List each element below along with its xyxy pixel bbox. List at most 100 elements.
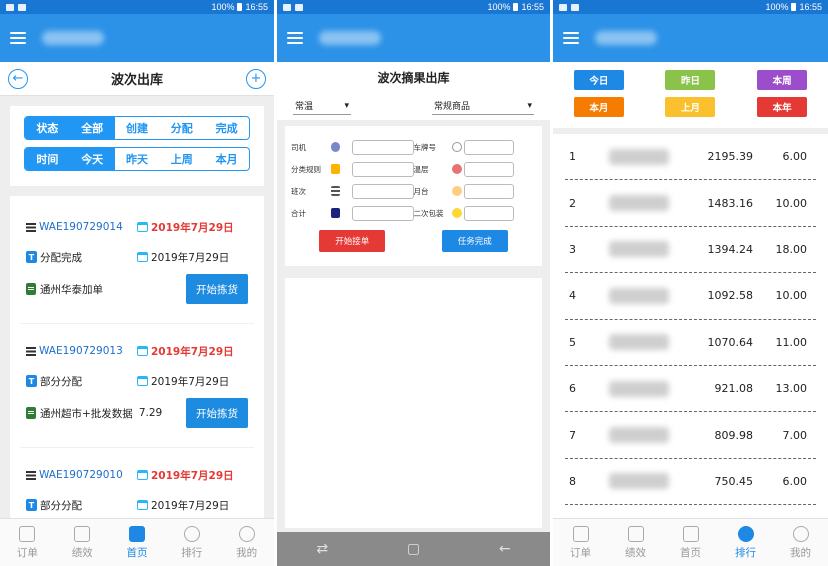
status-bar: 100% 16:55: [553, 0, 828, 14]
period-this-month[interactable]: 本月: [573, 97, 624, 117]
order-item[interactable]: WAE190729014 2019年7月29日 T 分配完成 2019年7月29日…: [20, 200, 254, 324]
type-icon: T: [26, 251, 37, 263]
bottom-tab-bar: 订单 绩效 首页 排行 我的: [0, 518, 274, 566]
time-filter-this-month[interactable]: 本月: [204, 148, 249, 170]
repack-input[interactable]: [463, 205, 514, 221]
home-icon: [682, 525, 699, 542]
battery-text: 100%: [765, 2, 789, 12]
order-code[interactable]: WAE190729010: [39, 469, 123, 481]
driver-icon: [330, 142, 341, 152]
time-filter-last-week[interactable]: 上周: [159, 148, 204, 170]
shift-label: 班次: [291, 186, 306, 196]
back-arrow-icon[interactable]: ←: [499, 541, 511, 557]
page-header: ← 波次出库 +: [0, 62, 274, 96]
home-square-icon[interactable]: ▢: [407, 541, 420, 557]
menu-icon[interactable]: [10, 32, 26, 44]
status-filter-done[interactable]: 完成: [204, 117, 249, 139]
task-complete-button[interactable]: 任务完成: [441, 230, 508, 252]
goods-type-select[interactable]: 常规商品 ▾: [432, 97, 534, 115]
temp-layer-input[interactable]: [463, 161, 514, 177]
document-icon: [26, 283, 36, 295]
calendar-icon: [137, 470, 148, 480]
start-picking-button[interactable]: 开始拣货: [186, 274, 248, 304]
list-item: 8 750.45 6.00: [565, 459, 816, 506]
time-filter-today[interactable]: 今天: [69, 148, 115, 170]
battery-icon: [513, 3, 519, 11]
status-filter-all[interactable]: 全部: [69, 117, 115, 139]
menu-icon[interactable]: [563, 32, 579, 44]
dropdown-icon: ▾: [344, 100, 349, 111]
period-this-week[interactable]: 本周: [757, 70, 808, 90]
add-icon[interactable]: +: [245, 68, 266, 89]
ranking-list: 1 2195.39 6.00 2 1483.16 10.00 3 1394.24 18.00…: [553, 134, 828, 518]
total-label: 合计: [291, 208, 306, 218]
order-item[interactable]: WAE190729013 2019年7月29日 T 部分分配 2019年7月29日…: [20, 324, 254, 448]
select-row: 常温 ▾ 常规商品 ▾: [277, 92, 550, 120]
home-icon: [128, 525, 145, 542]
notification-icon: [18, 3, 26, 11]
status-filter: 状态 全部 创建 分配 完成: [24, 116, 250, 140]
shift-input[interactable]: [352, 183, 414, 199]
app-bar: [553, 14, 828, 62]
temperature-select[interactable]: 常温 ▾: [293, 97, 351, 115]
medal-icon: [183, 525, 200, 542]
battery-icon: [791, 3, 797, 11]
app-bar: [277, 14, 550, 62]
chart-icon: [74, 525, 91, 542]
order-code[interactable]: WAE190729013: [39, 345, 123, 357]
tab-orders[interactable]: 订单: [553, 519, 608, 566]
temp-layer-label: 温层: [413, 164, 429, 174]
tab-home[interactable]: 首页: [663, 519, 718, 566]
folder-icon: [330, 164, 341, 174]
status-bar: 100% 16:55: [0, 0, 274, 14]
start-accept-button[interactable]: 开始接单: [319, 230, 386, 252]
back-icon[interactable]: ←: [8, 68, 28, 89]
clock: 16:55: [521, 2, 544, 12]
tab-orders[interactable]: 订单: [0, 519, 55, 566]
tab-performance[interactable]: 绩效: [55, 519, 110, 566]
total-input[interactable]: [352, 205, 414, 221]
menu-icon[interactable]: [287, 32, 303, 44]
notification-icon: [559, 3, 567, 11]
plate-label: 车牌号: [413, 142, 437, 152]
system-nav-bar: ⇄ ▢ ←: [277, 532, 550, 566]
period-last-month[interactable]: 上月: [665, 97, 716, 117]
time-filter: 时间 今天 昨天 上周 本月: [24, 147, 250, 171]
plate-input[interactable]: [463, 139, 514, 155]
page-title: 波次摘果出库: [277, 62, 550, 92]
tab-performance[interactable]: 绩效: [608, 519, 663, 566]
tab-ranking[interactable]: 排行: [718, 519, 773, 566]
list-icon: [26, 346, 36, 356]
calendar-icon: [137, 252, 148, 262]
help-icon: [451, 142, 462, 152]
period-this-year[interactable]: 本年: [757, 97, 808, 117]
total-icon: [330, 208, 341, 218]
status-filter-created[interactable]: 创建: [115, 117, 160, 139]
tab-ranking[interactable]: 排行: [164, 519, 219, 566]
ranking-screen: 100% 16:55 今日 昨日 本周 本月 上月 本年 1 2195.39 6.00…: [553, 0, 828, 566]
order-date-secondary: 2019年7月29日: [151, 251, 230, 264]
app-title: [42, 31, 104, 45]
tab-profile[interactable]: 我的: [773, 519, 828, 566]
period-yesterday[interactable]: 昨日: [665, 70, 716, 90]
notification-icon: [6, 3, 14, 11]
start-picking-button[interactable]: 开始拣货: [186, 398, 248, 428]
list-icon: [26, 470, 36, 480]
name-redacted: [609, 473, 669, 490]
result-area: [285, 278, 542, 528]
driver-input[interactable]: [352, 139, 414, 155]
rule-input[interactable]: [352, 161, 414, 177]
filter-panel: 状态 全部 创建 分配 完成 时间 今天 昨天 上周 本月: [10, 106, 264, 186]
medal-icon: [737, 525, 754, 542]
period-today[interactable]: 今日: [573, 70, 624, 90]
recent-apps-icon[interactable]: ⇄: [316, 541, 328, 557]
shift-icon: [330, 186, 341, 196]
status-filter-allocated[interactable]: 分配: [159, 117, 204, 139]
list-icon: [26, 222, 36, 232]
order-item[interactable]: WAE190729010 2019年7月29日 T 部分分配 2019年7月29日: [20, 448, 254, 526]
tab-home[interactable]: 首页: [110, 519, 165, 566]
tab-profile[interactable]: 我的: [219, 519, 274, 566]
order-code[interactable]: WAE190729014: [39, 221, 123, 233]
dock-input[interactable]: [463, 183, 514, 199]
time-filter-yesterday[interactable]: 昨天: [115, 148, 160, 170]
